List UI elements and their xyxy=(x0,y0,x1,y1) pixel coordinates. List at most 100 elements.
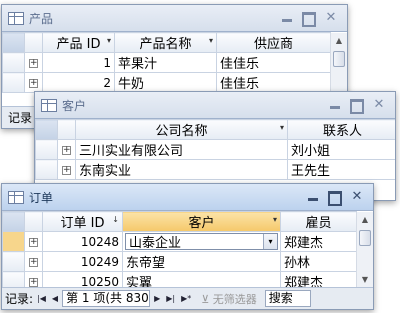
scroll-down-icon[interactable]: ▼ xyxy=(357,272,373,288)
dropdown-arrow-icon[interactable]: ▾ xyxy=(263,234,277,249)
column-header-company-name[interactable]: 公司名称 ▾ xyxy=(75,119,288,140)
sort-icon[interactable]: ▾ xyxy=(107,36,111,45)
column-header-supplier[interactable]: 供应商 xyxy=(216,32,331,53)
product-id-cell[interactable]: 1 xyxy=(42,52,115,73)
table-row[interactable]: + 10249 东帝望 孙林 xyxy=(2,251,357,272)
next-record-icon[interactable]: ▶ xyxy=(152,294,162,303)
orders-window-title: 订单 xyxy=(29,190,54,205)
customer-cell[interactable]: 山泰企业 ▾ xyxy=(122,231,281,252)
expand-icon[interactable]: + xyxy=(62,145,71,155)
last-record-icon[interactable]: ▶| xyxy=(164,294,177,303)
minimize-icon[interactable] xyxy=(327,98,343,112)
sort-icon[interactable]: ▾ xyxy=(273,215,277,224)
expand-icon[interactable]: + xyxy=(29,257,38,267)
orders-vertical-scrollbar[interactable]: ▲ ▼ xyxy=(356,212,373,288)
table-icon xyxy=(8,11,24,25)
maximize-icon[interactable] xyxy=(327,190,343,204)
sort-ascending-icon[interactable]: ↓ xyxy=(112,215,119,224)
scroll-thumb[interactable] xyxy=(359,230,371,246)
expand-header xyxy=(24,211,43,232)
order-id-cell[interactable]: 10249 xyxy=(42,251,123,272)
product-name-cell[interactable]: 苹果汁 xyxy=(114,52,217,73)
supplier-cell[interactable]: 佳佳乐 xyxy=(216,72,331,93)
record-selector[interactable] xyxy=(2,52,25,73)
minimize-icon[interactable] xyxy=(305,190,321,204)
contact-cell[interactable]: 王先生 xyxy=(287,159,395,180)
employee-cell[interactable]: 郑建杰 xyxy=(280,231,357,252)
order-id-cell[interactable]: 10248 xyxy=(42,231,123,252)
table-row[interactable]: + 10248 山泰企业 ▾ 郑建杰 xyxy=(2,231,357,252)
expand-cell[interactable]: + xyxy=(24,231,43,252)
select-all-corner[interactable] xyxy=(2,32,25,53)
products-table: 产品 ID ▾ 产品名称 ▾ 供应商 + 1 苹果汁 佳佳乐 + 2 牛奶 佳佳乐 xyxy=(2,32,331,93)
column-header-label: 公司名称 xyxy=(155,124,208,139)
scroll-thumb[interactable] xyxy=(333,51,345,67)
orders-titlebar[interactable]: 订单 ✕ xyxy=(2,184,373,211)
table-row[interactable]: + 1 苹果汁 佳佳乐 xyxy=(2,52,331,73)
previous-record-icon[interactable]: ◀ xyxy=(50,294,60,303)
search-input[interactable]: 搜索 xyxy=(264,290,311,307)
record-selector[interactable] xyxy=(35,159,58,180)
new-record-icon[interactable]: ▶* xyxy=(179,294,193,303)
first-record-icon[interactable]: |◀ xyxy=(35,294,48,303)
customer-cell[interactable]: 东帝望 xyxy=(122,251,281,272)
maximize-icon[interactable] xyxy=(349,98,365,112)
contact-cell[interactable]: 刘小姐 xyxy=(287,139,395,160)
column-header-contact[interactable]: 联系人 xyxy=(287,119,395,140)
product-name-cell[interactable]: 牛奶 xyxy=(114,72,217,93)
expand-cell[interactable]: + xyxy=(24,52,43,73)
table-icon xyxy=(8,190,24,204)
close-icon[interactable]: ✕ xyxy=(349,190,365,204)
record-selector[interactable] xyxy=(2,231,25,252)
record-selector[interactable] xyxy=(2,251,25,272)
filter-label: 无筛选器 xyxy=(212,292,257,306)
column-header-order-id[interactable]: 订单 ID ↓ xyxy=(42,211,123,232)
column-header-label: 客户 xyxy=(188,216,215,231)
expand-cell[interactable]: + xyxy=(24,251,43,272)
expand-cell[interactable]: + xyxy=(57,139,76,160)
customer-combobox[interactable]: 山泰企业 ▾ xyxy=(125,233,278,251)
no-filter-button[interactable]: ⊻ 无筛选器 xyxy=(201,291,257,307)
minimize-icon[interactable] xyxy=(279,11,295,25)
products-window-title: 产品 xyxy=(29,11,54,26)
scroll-up-icon[interactable]: ▲ xyxy=(331,33,347,49)
column-header-label: 供应商 xyxy=(253,37,293,52)
expand-header xyxy=(57,119,76,140)
company-name-cell[interactable]: 三川实业有限公司 xyxy=(75,139,288,160)
maximize-icon[interactable] xyxy=(301,11,317,25)
select-all-corner[interactable] xyxy=(35,119,58,140)
expand-cell[interactable]: + xyxy=(57,159,76,180)
column-header-product-name[interactable]: 产品名称 ▾ xyxy=(114,32,217,53)
company-name-cell[interactable]: 东南实业 xyxy=(75,159,288,180)
close-icon[interactable]: ✕ xyxy=(371,98,387,112)
sort-icon[interactable]: ▾ xyxy=(280,123,284,132)
customers-titlebar[interactable]: 客户 ✕ xyxy=(35,92,395,119)
column-header-employee[interactable]: 雇员 xyxy=(280,211,357,232)
record-position-field[interactable]: 第 1 项(共 830 项) xyxy=(62,290,151,307)
table-row[interactable]: + 三川实业有限公司 刘小姐 xyxy=(35,139,395,160)
orders-window: 订单 ✕ 订单 ID ↓ 客户 ▾ 雇员 + 10248 山泰企业 ▾ 郑建杰 … xyxy=(1,183,374,310)
expand-icon[interactable]: + xyxy=(29,58,38,68)
expand-icon[interactable]: + xyxy=(62,165,71,175)
supplier-cell[interactable]: 佳佳乐 xyxy=(216,52,331,73)
expand-cell[interactable]: + xyxy=(24,72,43,93)
table-row[interactable]: + 东南实业 王先生 xyxy=(35,159,395,180)
products-titlebar[interactable]: 产品 ✕ xyxy=(2,5,347,32)
expand-icon[interactable]: + xyxy=(29,277,38,287)
column-header-customer[interactable]: 客户 ▾ xyxy=(122,211,281,232)
column-header-label: 联系人 xyxy=(322,124,362,139)
table-row[interactable]: + 2 牛奶 佳佳乐 xyxy=(2,72,331,93)
scroll-up-icon[interactable]: ▲ xyxy=(357,212,373,228)
expand-icon[interactable]: + xyxy=(29,78,38,88)
filter-icon: ⊻ xyxy=(201,292,210,306)
employee-cell[interactable]: 孙林 xyxy=(280,251,357,272)
sort-icon[interactable]: ▾ xyxy=(209,36,213,45)
product-id-cell[interactable]: 2 xyxy=(42,72,115,93)
table-icon xyxy=(41,98,57,112)
select-all-corner[interactable] xyxy=(2,211,25,232)
column-header-product-id[interactable]: 产品 ID ▾ xyxy=(42,32,115,53)
record-selector[interactable] xyxy=(2,72,25,93)
record-selector[interactable] xyxy=(35,139,58,160)
expand-icon[interactable]: + xyxy=(29,237,38,247)
close-icon[interactable]: ✕ xyxy=(323,11,339,25)
